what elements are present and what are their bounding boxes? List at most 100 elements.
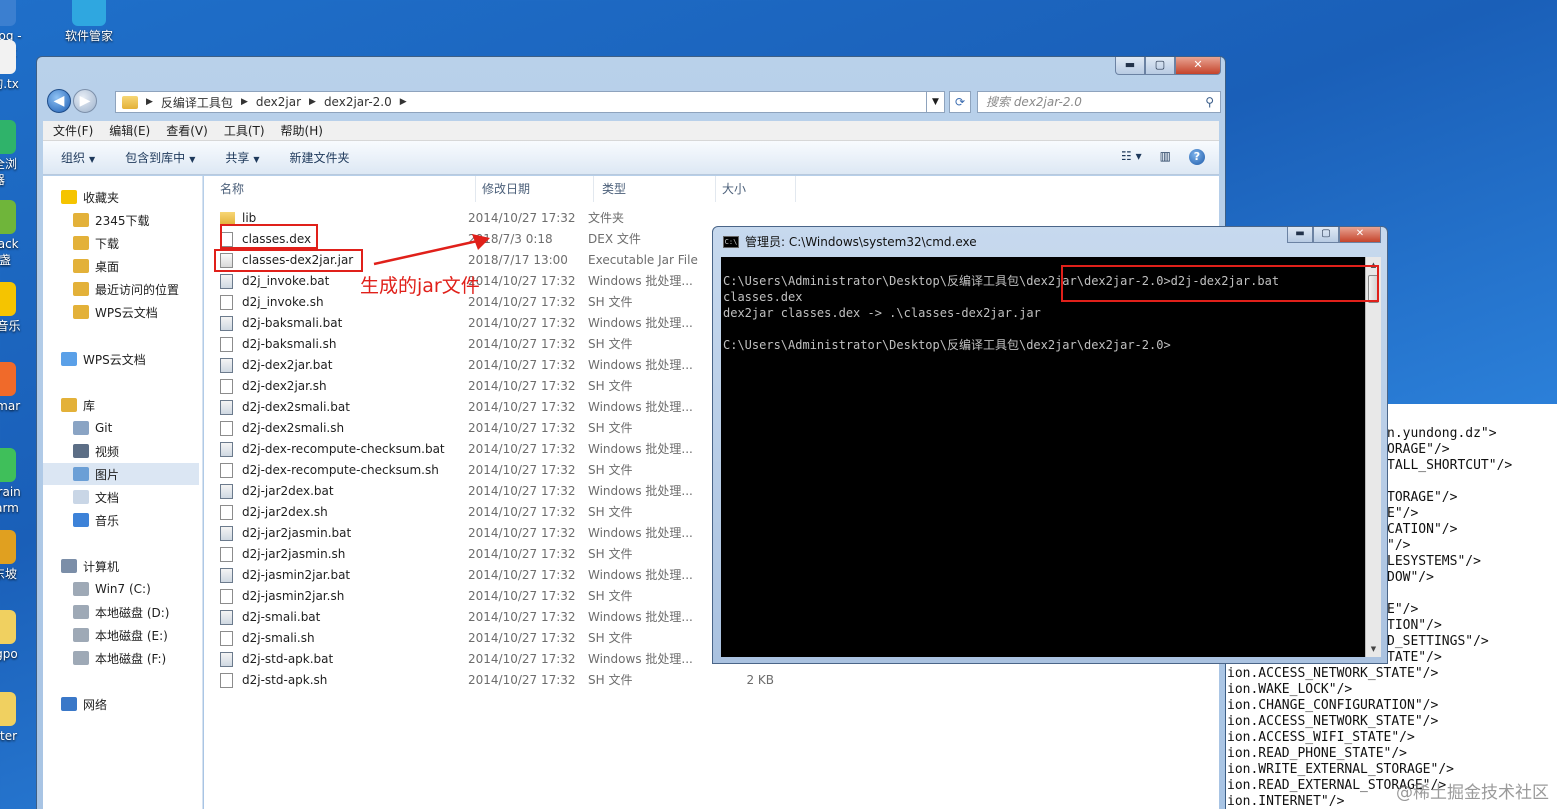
preview-pane-icon[interactable]: ▥ (1160, 149, 1171, 165)
cmd-scrollbar[interactable]: ▲ ▼ (1365, 257, 1381, 657)
column-header-size[interactable]: 大小 (716, 176, 796, 202)
new-folder-button[interactable]: 新建文件夹 (290, 149, 350, 166)
nav-favorites[interactable]: 收藏夹 (43, 186, 199, 208)
close-button[interactable]: ✕ (1175, 57, 1221, 75)
nav-item-label: 本地磁盘 (D:) (95, 605, 170, 620)
nav-item[interactable]: 文档 (43, 486, 199, 508)
nav-wps[interactable]: WPS云文档 (43, 348, 199, 370)
breadcrumb-item[interactable]: dex2jar-2.0 (324, 95, 392, 109)
cmd-close-button[interactable]: ✕ (1339, 227, 1381, 243)
back-button[interactable]: ◀ (47, 89, 71, 113)
file-row[interactable]: d2j-std-apk.bat 2014/10/27 17:32 Windows 批… (214, 649, 794, 670)
organize-button[interactable]: 组织 ▼ (61, 149, 95, 166)
file-row[interactable]: d2j-dex2smali.bat 2014/10/27 17:32 Windows… (214, 397, 794, 418)
menu-item[interactable]: 帮助(H) (281, 122, 323, 139)
file-row[interactable]: d2j-dex-recompute-checksum.sh 2014/10/27 … (214, 460, 794, 481)
desktop-icon[interactable]: ostmar (0, 362, 34, 414)
nav-item[interactable]: 2345下载 (43, 209, 199, 231)
desktop-icon[interactable]: ongpo (0, 610, 34, 662)
nav-drive[interactable]: 本地磁盘 (D:) (43, 601, 199, 623)
chevron-right-icon[interactable]: ▶ (309, 97, 316, 107)
nav-item[interactable]: Git (43, 417, 199, 439)
file-row[interactable]: d2j-dex2jar.sh 2014/10/27 17:32 SH 文件 (214, 376, 794, 397)
menu-item[interactable]: 查看(V) (166, 122, 208, 139)
cmd-minimize-button[interactable]: ▬ (1287, 227, 1313, 243)
app-icon (72, 0, 106, 26)
text-line: ion.ACCESS_NETWORK_STATE"/> (1227, 666, 1439, 681)
file-row[interactable]: d2j-jar2jasmin.bat 2014/10/27 17:32 Window… (214, 523, 794, 544)
file-row[interactable]: d2j-jasmin2jar.sh 2014/10/27 17:32 SH 文件 (214, 586, 794, 607)
cmd-maximize-button[interactable]: ▢ (1313, 227, 1339, 243)
file-row[interactable]: d2j-smali.sh 2014/10/27 17:32 SH 文件 (214, 628, 794, 649)
chevron-down-icon: ▼ (932, 97, 939, 107)
desktop-icon[interactable]: QQ音乐 (0, 282, 34, 334)
file-name: d2j-baksmali.sh (242, 337, 337, 351)
desktop-icon-label: estack 蓝盏 (0, 237, 19, 267)
breadcrumb-item[interactable]: 反编译工具包 (161, 94, 233, 111)
help-icon[interactable]: ? (1189, 149, 1205, 165)
file-row[interactable]: d2j-dex2smali.sh 2014/10/27 17:32 SH 文件 (214, 418, 794, 439)
file-row[interactable]: d2j_invoke.sh 2014/10/27 17:32 SH 文件 (214, 292, 794, 313)
nav-item[interactable]: 下载 (43, 232, 199, 254)
breadcrumb-item[interactable]: dex2jar (256, 95, 301, 109)
maximize-button[interactable]: ▢ (1145, 57, 1175, 75)
address-dropdown-button[interactable]: ▼ (927, 91, 945, 113)
desktop-icon-label: 软件管家 (64, 29, 113, 43)
file-row[interactable]: d2j-baksmali.sh 2014/10/27 17:32 SH 文件 (214, 334, 794, 355)
file-type: SH 文件 (588, 379, 633, 393)
nav-item[interactable]: 图片 (43, 463, 199, 485)
cmd-console[interactable]: C:\Users\Administrator\Desktop\反编译工具包\de… (721, 257, 1365, 657)
column-header-name[interactable]: 名称 (214, 176, 476, 202)
nav-item[interactable]: WPS云文档 (43, 301, 199, 323)
chevron-right-icon[interactable]: ▶ (400, 97, 407, 107)
file-row[interactable]: d2j-dex2jar.bat 2014/10/27 17:32 Windows 批… (214, 355, 794, 376)
desktop-icon[interactable]: estack 蓝盏 (0, 200, 34, 268)
desktop-icon[interactable]: 确的.tx (0, 40, 34, 92)
refresh-button[interactable]: ⟳ (949, 91, 971, 113)
nav-item[interactable]: 最近访问的位置 (43, 278, 199, 300)
file-row[interactable]: d2j-jasmin2jar.bat 2014/10/27 17:32 Window… (214, 565, 794, 586)
share-button[interactable]: 共享 ▼ (225, 149, 259, 166)
text-line: ORAGE"/> (1387, 442, 1450, 457)
desktop-icon[interactable]: 安全浏 器 (0, 120, 34, 188)
menu-item[interactable]: 文件(F) (53, 122, 93, 139)
menu-item[interactable]: 编辑(E) (109, 122, 150, 139)
minimize-button[interactable]: ▬ (1115, 57, 1145, 75)
nav-drive[interactable]: 本地磁盘 (E:) (43, 624, 199, 646)
file-row[interactable]: d2j-jar2dex.sh 2014/10/27 17:32 SH 文件 (214, 502, 794, 523)
file-row[interactable]: d2j-std-apk.sh 2014/10/27 17:32 SH 文件 2 KB (214, 670, 794, 691)
search-input[interactable]: 搜索 dex2jar-2.0 ⚲ (977, 91, 1221, 113)
file-name: d2j-dex2jar.bat (242, 358, 333, 372)
column-header-type[interactable]: 类型 (596, 176, 716, 202)
scroll-down-icon[interactable]: ▼ (1366, 641, 1381, 657)
nav-drive[interactable]: 本地磁盘 (F:) (43, 647, 199, 669)
file-row[interactable]: d2j-smali.bat 2014/10/27 17:32 Windows 批处理… (214, 607, 794, 628)
column-header-date[interactable]: 修改日期 (476, 176, 594, 202)
nav-libraries[interactable]: 库 (43, 394, 199, 416)
search-icon[interactable]: ⚲ (1205, 92, 1214, 112)
file-row[interactable]: d2j-jar2dex.bat 2014/10/27 17:32 Windows 批… (214, 481, 794, 502)
view-options-icon[interactable]: ☷ ▾ (1121, 149, 1142, 165)
desktop-icon[interactable]: meter (0, 692, 34, 744)
file-row[interactable]: d2j-jar2jasmin.sh 2014/10/27 17:32 SH 文件 (214, 544, 794, 565)
file-file-icon (220, 547, 233, 562)
include-in-library-button[interactable]: 包含到库中 ▼ (125, 149, 195, 166)
forward-button[interactable]: ▶ (73, 89, 97, 113)
nav-item[interactable]: 音乐 (43, 509, 199, 531)
file-row[interactable]: d2j-dex-recompute-checksum.bat 2014/10/27… (214, 439, 794, 460)
nav-computer[interactable]: 计算机 (43, 555, 199, 577)
chevron-right-icon[interactable]: ▶ (146, 97, 153, 107)
nav-item[interactable]: 桌面 (43, 255, 199, 277)
nav-drive[interactable]: Win7 (C:) (43, 578, 199, 600)
menu-item[interactable]: 工具(T) (224, 122, 265, 139)
file-row[interactable]: d2j_invoke.bat 2014/10/27 17:32 Windows 批处… (214, 271, 794, 292)
file-name: d2j-smali.bat (242, 610, 321, 624)
file-row[interactable]: d2j-baksmali.bat 2014/10/27 17:32 Windows … (214, 313, 794, 334)
address-bar[interactable]: ▶ 反编译工具包 ▶ dex2jar ▶ dex2jar-2.0 ▶ (115, 91, 927, 113)
chevron-right-icon[interactable]: ▶ (241, 97, 248, 107)
nav-item[interactable]: 视频 (43, 440, 199, 462)
nav-network[interactable]: 网络 (43, 693, 199, 715)
desktop-icon[interactable]: 软件管家 (54, 0, 124, 44)
desktop-icon[interactable]: 流东坡 (0, 530, 34, 582)
desktop-icon[interactable]: etBrain Charm (0, 448, 34, 516)
